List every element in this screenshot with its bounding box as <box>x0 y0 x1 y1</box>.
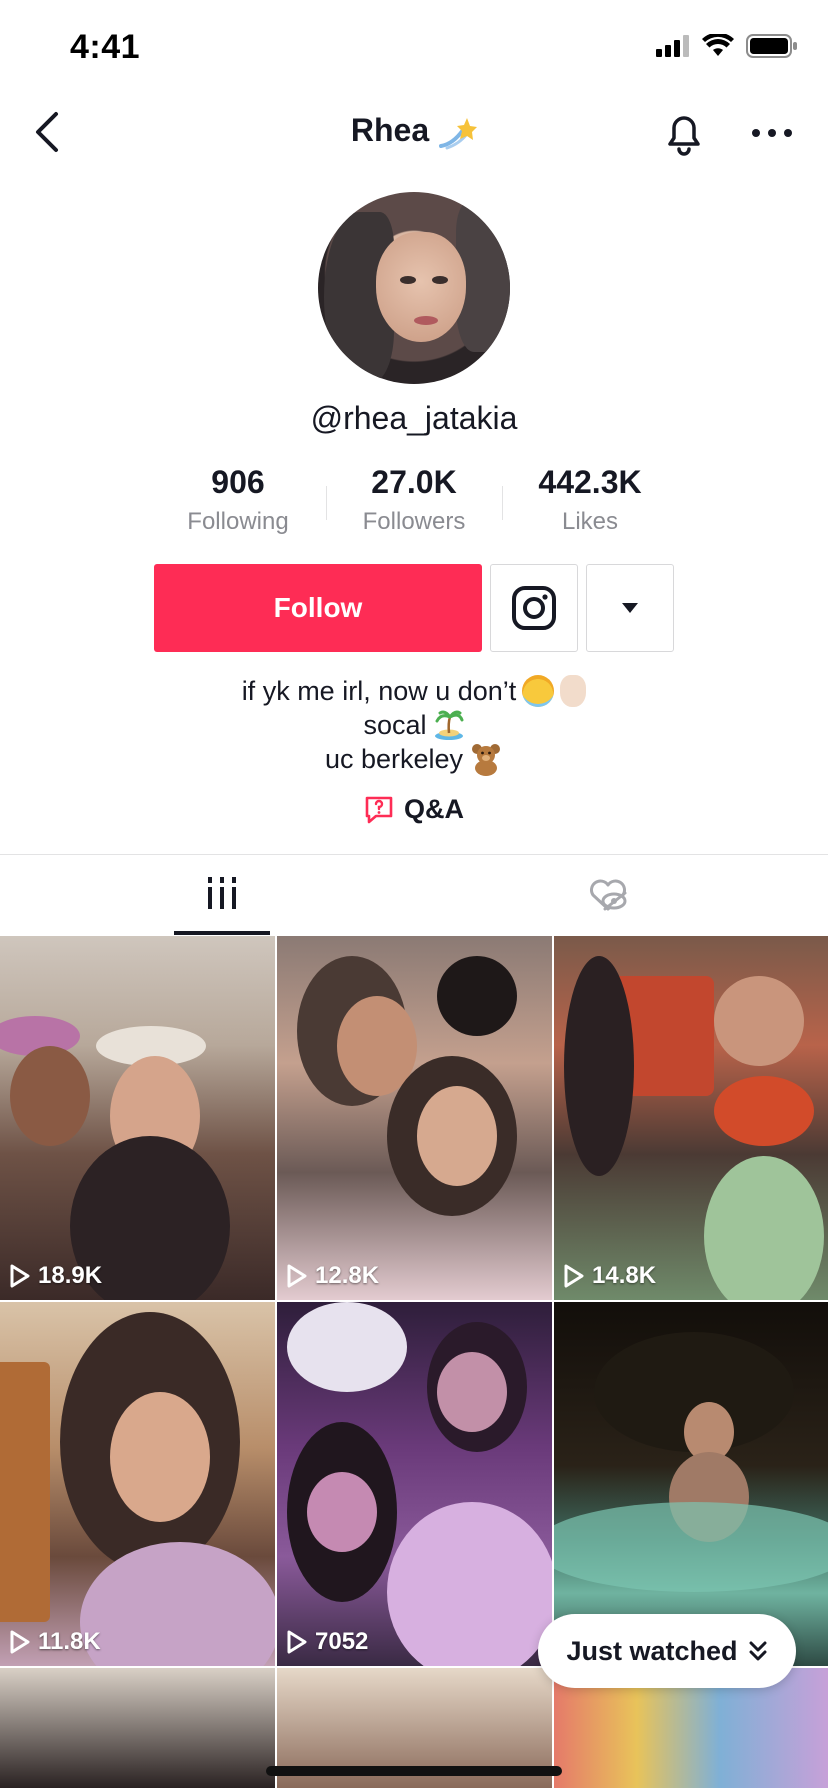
just-watched-button[interactable]: Just watched <box>538 1614 796 1688</box>
stat-followers[interactable]: 27.0K Followers <box>326 462 502 542</box>
view-count: 18.9K <box>10 1262 102 1290</box>
wifi-icon <box>702 34 734 56</box>
view-count: 12.8K <box>287 1262 379 1290</box>
instagram-icon <box>512 586 556 630</box>
tab-liked[interactable] <box>560 855 656 935</box>
video-thumbnail[interactable]: 12.8K <box>277 936 552 1300</box>
stat-label: Followers <box>362 508 466 535</box>
liked-hidden-icon <box>590 879 627 911</box>
view-count-label: 11.8K <box>38 1628 101 1655</box>
video-thumbnail[interactable] <box>554 1302 828 1666</box>
ellipsis-icon[interactable] <box>750 118 794 148</box>
play-icon <box>287 1264 307 1288</box>
play-icon <box>564 1264 584 1288</box>
just-watched-label: Just watched <box>566 1635 738 1666</box>
grid-icon <box>208 877 236 909</box>
stat-following[interactable]: 906 Following <box>150 462 326 542</box>
bell-icon[interactable] <box>662 110 706 156</box>
play-icon <box>10 1264 30 1288</box>
view-count: 7052 <box>287 1628 368 1656</box>
play-icon <box>287 1630 307 1654</box>
stat-value: 442.3K <box>538 464 642 500</box>
view-count-label: 7052 <box>315 1628 369 1655</box>
nav-bar: Rhea <box>0 96 828 168</box>
instagram-button[interactable] <box>490 564 578 652</box>
status-icons <box>656 34 798 58</box>
view-count: 11.8K <box>10 1628 101 1656</box>
tab-videos[interactable] <box>174 855 270 935</box>
view-count-label: 14.8K <box>592 1262 657 1289</box>
stat-label: Likes <box>561 508 619 535</box>
smiling-halo-emoji-icon <box>522 675 555 707</box>
crossed-fingers-emoji-icon <box>560 675 587 707</box>
shooting-star-icon <box>439 117 478 150</box>
suggested-accounts-button[interactable] <box>586 564 674 652</box>
avatar[interactable] <box>318 192 510 384</box>
qa-label: Q&A <box>404 794 464 824</box>
username: @rhea_jatakia <box>310 400 518 436</box>
caret-down-icon <box>622 603 638 613</box>
double-chevron-down-icon <box>749 1641 767 1661</box>
profile-stats: 906 Following 27.0K Followers 442.3K Lik… <box>150 462 678 542</box>
video-thumbnail[interactable]: 14.8K <box>554 936 828 1300</box>
teddy-bear-emoji-icon <box>472 744 501 776</box>
profile-name: Rhea <box>350 112 430 148</box>
status-bar: 4:41 <box>0 0 828 96</box>
play-icon <box>10 1630 30 1654</box>
stat-label: Following <box>187 508 289 535</box>
desert-island-emoji-icon <box>434 710 464 740</box>
profile-tabs <box>0 854 828 935</box>
video-thumbnail[interactable]: 7052 <box>277 1302 552 1666</box>
view-count: 14.8K <box>564 1262 656 1290</box>
video-thumbnail[interactable]: 11.8K <box>0 1302 275 1666</box>
home-indicator[interactable] <box>266 1766 562 1776</box>
signal-icon <box>656 35 689 57</box>
bio-line: socal <box>363 710 427 740</box>
stat-value: 906 <box>211 464 265 500</box>
qa-icon <box>365 796 393 823</box>
bio-line: if yk me irl, now u don’t <box>241 676 517 706</box>
qa-link[interactable]: Q&A <box>0 794 828 825</box>
bio: if yk me irl, now u don’t socal uc berke… <box>0 674 828 776</box>
view-count-label: 18.9K <box>38 1262 103 1289</box>
video-thumbnail[interactable] <box>0 1668 275 1788</box>
view-count-label: 12.8K <box>315 1262 380 1289</box>
video-thumbnail[interactable]: 18.9K <box>0 936 275 1300</box>
stat-value: 27.0K <box>371 464 457 500</box>
follow-button[interactable]: Follow <box>154 564 482 652</box>
status-time: 4:41 <box>70 28 141 66</box>
stat-likes[interactable]: 442.3K Likes <box>502 462 678 542</box>
battery-icon <box>746 34 797 58</box>
bio-line: uc berkeley <box>324 744 464 774</box>
